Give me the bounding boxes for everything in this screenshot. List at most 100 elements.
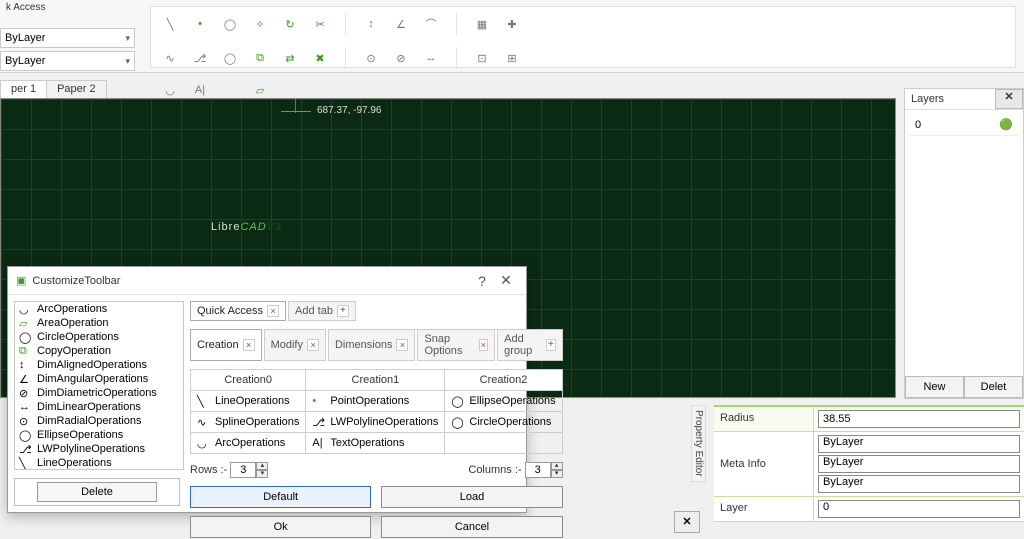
grid-cell[interactable]: A|TextOperations	[306, 433, 445, 454]
move-icon[interactable]: ✧	[251, 15, 269, 33]
tab-quick-access[interactable]: Quick Access×	[190, 301, 286, 321]
list-item[interactable]: ⊙DimRadialOperations	[15, 414, 183, 428]
layer-item[interactable]: 0 🟢	[909, 114, 1019, 136]
layer-combo-1[interactable]: ByLayer ▾	[0, 28, 135, 48]
list-item[interactable]: ⧉CopyOperation	[15, 344, 183, 358]
rows-spinner[interactable]: ▴▾	[230, 462, 268, 478]
operations-list[interactable]: ◡ArcOperations ▱AreaOperation ◯CircleOpe…	[14, 301, 184, 470]
grid-cell[interactable]	[445, 433, 562, 454]
rows-label: Rows :-	[190, 464, 227, 476]
help-button[interactable]: ?	[470, 273, 494, 289]
default-button[interactable]: Default	[190, 486, 371, 508]
cols-spinner[interactable]: ▴▾	[525, 462, 563, 478]
list-item[interactable]: ◯CircleOperations	[15, 330, 183, 344]
ok-button[interactable]: Ok	[190, 516, 371, 538]
delete-op-button[interactable]: Delete	[37, 482, 157, 502]
tab-snap[interactable]: Snap Options×	[417, 329, 495, 361]
list-item[interactable]: ⎇LWPolylineOperations	[15, 442, 183, 456]
snap-mid-icon[interactable]: ⊞	[503, 49, 521, 67]
prop-meta-combo-1[interactable]: ByLayer	[818, 435, 1020, 453]
tab-add-group[interactable]: Add group+	[497, 329, 562, 361]
grid-header[interactable]: Creation0	[191, 370, 306, 391]
grid-icon[interactable]: ▦	[473, 15, 491, 33]
spin-up-icon[interactable]: ▴	[551, 462, 563, 470]
spin-down-icon[interactable]: ▾	[551, 470, 563, 478]
quick-access-label: k Access	[0, 0, 51, 15]
dim-angle-icon[interactable]: ∠	[392, 15, 410, 33]
dim-dia-icon[interactable]: ⊘	[392, 49, 410, 67]
grid-cell[interactable]: ╲LineOperations	[191, 391, 306, 412]
tab-close-icon[interactable]: ×	[307, 339, 319, 351]
plus-icon[interactable]: +	[337, 305, 349, 317]
tab-close-icon[interactable]: ×	[243, 339, 255, 351]
layer-new-button[interactable]: New	[905, 376, 964, 398]
snap-icon[interactable]: ✚	[503, 15, 521, 33]
dim-linear-icon[interactable]: ↔	[422, 49, 440, 67]
load-button[interactable]: Load	[381, 486, 562, 508]
grid-cell[interactable]: ⎇LWPolylineOperations	[306, 412, 445, 433]
list-item[interactable]: ↔DimLinearOperations	[15, 400, 183, 414]
grid-header[interactable]: Creation1	[306, 370, 445, 391]
blank-icon[interactable]	[221, 81, 239, 99]
copy-icon[interactable]: ⧉	[251, 49, 269, 67]
list-item[interactable]: ◡ArcOperations	[15, 302, 183, 316]
tab-close-icon[interactable]: ×	[267, 305, 279, 317]
dim-radius-icon[interactable]: ⊙	[362, 49, 380, 67]
property-editor: Radius Meta Info ByLayer ByLayer ByLayer…	[714, 405, 1024, 522]
prop-layer-combo[interactable]: 0	[818, 500, 1020, 518]
list-item[interactable]: ∠DimAngularOperations	[15, 372, 183, 386]
tab-add[interactable]: Add tab+	[288, 301, 356, 321]
tab-dimensions[interactable]: Dimensions×	[328, 329, 415, 361]
grid-cell[interactable]: ◡ArcOperations	[191, 433, 306, 454]
list-item[interactable]: ⊘DimDiametricOperations	[15, 386, 183, 400]
rotate-icon[interactable]: ↻	[281, 15, 299, 33]
dialog-titlebar[interactable]: ▣ CustomizeToolbar ? ✕	[8, 267, 526, 295]
list-item[interactable]: ╲LineOperations	[15, 456, 183, 470]
list-item[interactable]: ↕DimAlignedOperations	[15, 358, 183, 372]
paper-tab-1[interactable]: per 1	[0, 80, 47, 98]
rows-input[interactable]	[230, 462, 256, 478]
arc-icon[interactable]: ◡	[161, 81, 179, 99]
cancel-button[interactable]: Cancel	[381, 516, 562, 538]
tab-creation[interactable]: Creation×	[190, 329, 262, 361]
panel-close-button[interactable]: ✕	[674, 511, 700, 533]
prop-meta-combo-2[interactable]: ByLayer	[818, 455, 1020, 473]
layer-visibility-icon[interactable]: 🟢	[999, 118, 1013, 131]
point-icon[interactable]: •	[191, 15, 209, 33]
list-item[interactable]: ▱AreaOperation	[15, 316, 183, 330]
trash-icon[interactable]: ✖	[311, 49, 329, 67]
grid-cell[interactable]: ◯EllipseOperations	[445, 391, 562, 412]
scissors-icon[interactable]: ✂	[311, 15, 329, 33]
snap-end-icon[interactable]: ⊡	[473, 49, 491, 67]
grid-header[interactable]: Creation2	[445, 370, 562, 391]
spline-icon[interactable]: ∿	[161, 49, 179, 67]
area-icon[interactable]: ▱	[251, 81, 269, 99]
polyline-icon[interactable]: ⎇	[191, 49, 209, 67]
text-icon[interactable]: A|	[191, 81, 209, 99]
layer-delete-button[interactable]: Delet	[964, 376, 1023, 398]
grid-cell[interactable]: ◯CircleOperations	[445, 412, 562, 433]
paper-tab-2[interactable]: Paper 2	[46, 80, 107, 98]
line-icon[interactable]: ╲	[161, 15, 179, 33]
grid-cell[interactable]: •PointOperations	[306, 391, 445, 412]
ellipse-icon[interactable]: ◯	[221, 15, 239, 33]
cols-input[interactable]	[525, 462, 551, 478]
prop-radius-input[interactable]	[818, 410, 1020, 428]
list-item[interactable]: ◯EllipseOperations	[15, 428, 183, 442]
dim-arc-icon[interactable]: ⌒	[422, 15, 440, 33]
circle-icon[interactable]: ◯	[221, 49, 239, 67]
layers-close-button[interactable]: ✕	[995, 89, 1023, 109]
tab-close-icon[interactable]: ×	[479, 339, 489, 351]
spin-down-icon[interactable]: ▾	[256, 470, 268, 478]
plus-icon[interactable]: +	[546, 339, 555, 351]
dim-tool-icon[interactable]: ↕	[362, 15, 380, 33]
prop-meta-combo-3[interactable]: ByLayer	[818, 475, 1020, 493]
spin-up-icon[interactable]: ▴	[256, 462, 268, 470]
close-button[interactable]: ✕	[494, 272, 518, 289]
mirror-icon[interactable]: ⇄	[281, 49, 299, 67]
layer-combo-2[interactable]: ByLayer ▾	[0, 51, 135, 71]
tab-close-icon[interactable]: ×	[396, 339, 408, 351]
tab-modify[interactable]: Modify×	[264, 329, 326, 361]
grid-cell[interactable]: ∿SplineOperations	[191, 412, 306, 433]
property-editor-label[interactable]: Property Editor	[691, 405, 706, 482]
